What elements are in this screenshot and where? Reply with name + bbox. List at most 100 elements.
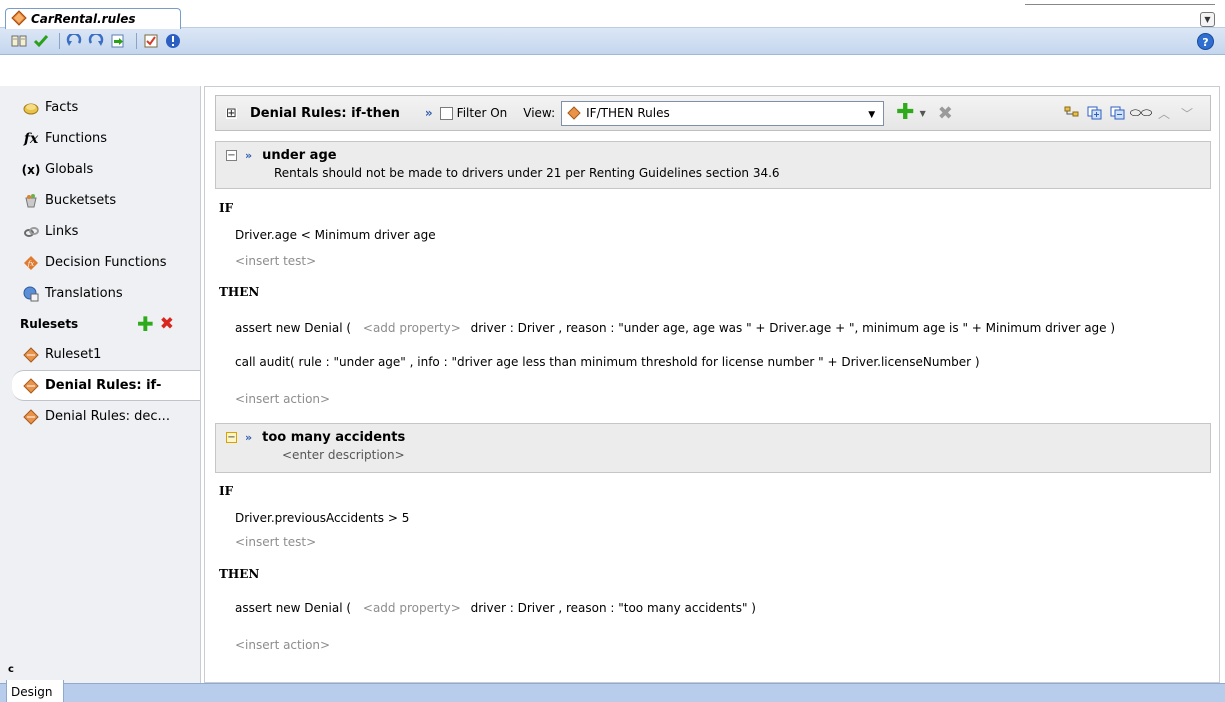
report-icon[interactable]	[142, 32, 160, 50]
add-property-link[interactable]: <add property>	[363, 601, 461, 615]
rulesets-header-label: Rulesets	[20, 317, 79, 331]
globals-icon: (x)	[21, 162, 41, 177]
action-assert-denial[interactable]: assert new Denial ( <add property> drive…	[235, 601, 756, 615]
ruleset-icon	[22, 377, 40, 395]
filter-on-checkbox[interactable]	[439, 106, 453, 120]
sidebar-item-globals[interactable]: (x) Globals	[0, 154, 200, 185]
sidebar-item-label: Facts	[45, 100, 79, 115]
insert-test-link[interactable]: <insert test>	[235, 254, 316, 268]
info-icon[interactable]	[164, 32, 182, 50]
undo-icon[interactable]	[65, 32, 83, 50]
tree-icon[interactable]	[1063, 105, 1081, 121]
sidebar-item-label: Links	[45, 224, 79, 239]
action-prefix: assert new Denial (	[235, 601, 352, 615]
test-condition[interactable]: Driver.previousAccidents > 5	[235, 511, 409, 525]
decision-functions-icon: fx	[22, 254, 40, 272]
insert-test-link[interactable]: <insert test>	[235, 535, 316, 549]
tab-list-dropdown-button[interactable]: ▼	[1200, 12, 1215, 27]
then-keyword: THEN	[219, 285, 260, 299]
add-rule-button[interactable]: ✚	[896, 102, 914, 124]
view-select-value: IF/THEN Rules	[586, 106, 670, 120]
chevron-double-down-icon[interactable]: »	[245, 431, 252, 444]
sidebar-item-denial-rules-decision-table[interactable]: Denial Rules: dec...	[0, 401, 200, 432]
help-button[interactable]: ?	[1197, 33, 1214, 50]
translations-icon	[22, 285, 40, 303]
ruleset-tools: ⬭⬭ ︿ ﹀	[1058, 105, 1196, 121]
ruleset-header-bar: ⊞ Denial Rules: if-then » Filter On View…	[215, 95, 1211, 131]
ruleset-icon	[22, 408, 40, 426]
ruleset-title: Denial Rules: if-then	[250, 105, 400, 121]
if-keyword: IF	[219, 201, 234, 215]
sidebar-item-decision-functions[interactable]: fx Decision Functions	[0, 247, 200, 278]
filter-on-label: Filter On	[456, 106, 508, 120]
chevron-double-down-icon[interactable]: »	[245, 149, 252, 162]
insert-action-link[interactable]: <insert action>	[235, 638, 330, 652]
editor-bottom-tabs: Design	[0, 680, 1225, 702]
sidebar-item-label: Translations	[45, 286, 123, 301]
sidebar-item-label: Denial Rules: dec...	[45, 409, 170, 424]
chevron-double-down-icon[interactable]: »	[425, 106, 433, 120]
validate-check-icon[interactable]	[32, 32, 50, 50]
expand-ruleset-toggle[interactable]: ⊞	[226, 107, 237, 120]
redo-icon[interactable]	[87, 32, 105, 50]
glasses-icon[interactable]: ⬭⬭	[1130, 105, 1152, 121]
rule-editor-panel: ⊞ Denial Rules: if-then » Filter On View…	[204, 86, 1220, 683]
sidebar-item-bucketsets[interactable]: Bucketsets	[0, 185, 200, 216]
rules-navigator-sidebar: Facts fx Functions (x) Globals Bucketset…	[0, 86, 201, 683]
bucketsets-icon	[22, 192, 40, 210]
rulesets-header: Rulesets ✚ ✖	[0, 309, 200, 339]
add-ruleset-button[interactable]: ✚	[137, 314, 154, 334]
delete-rule-button[interactable]: ✖	[938, 103, 953, 124]
sidebar-item-label: Denial Rules: if-	[45, 378, 162, 393]
chevron-down-icon: ▼	[868, 109, 876, 120]
book-icon[interactable]	[10, 32, 28, 50]
rule-description[interactable]: Rentals should not be made to drivers un…	[226, 166, 1210, 180]
sidebar-item-label: Bucketsets	[45, 193, 117, 208]
rules-file-icon	[11, 9, 27, 29]
functions-icon: fx	[23, 130, 39, 147]
add-property-link[interactable]: <add property>	[363, 321, 461, 335]
svg-text:fx: fx	[27, 260, 35, 268]
rule-description[interactable]: <enter description>	[226, 448, 1210, 462]
sidebar-item-functions[interactable]: fx Functions	[0, 123, 200, 154]
then-keyword: THEN	[219, 567, 260, 581]
import-icon[interactable]	[109, 32, 127, 50]
sidebar-item-links[interactable]: Links	[0, 216, 200, 247]
rule-name[interactable]: too many accidents	[262, 430, 405, 445]
sidebar-item-ruleset1[interactable]: Ruleset1	[0, 339, 200, 370]
collapse-all-icon[interactable]	[1109, 105, 1127, 121]
tab-design[interactable]: Design	[6, 680, 64, 702]
links-icon	[22, 223, 40, 241]
rule-name[interactable]: under age	[262, 148, 336, 163]
document-tab-strip: CarRental.rules ▼	[0, 0, 1225, 29]
collapse-sidebar-icon[interactable]: ⅽ	[8, 664, 14, 675]
action-arguments: driver : Driver , reason : "under age, a…	[470, 321, 1116, 335]
test-condition[interactable]: Driver.age < Minimum driver age	[235, 228, 436, 242]
delete-ruleset-button[interactable]: ✖	[160, 314, 174, 334]
expand-all-icon[interactable]	[1086, 105, 1104, 121]
chevron-up-icon[interactable]: ︿	[1155, 105, 1173, 121]
action-arguments: driver : Driver , reason : "too many acc…	[470, 601, 756, 615]
collapse-rule-toggle[interactable]: −	[226, 431, 237, 443]
rule-header-too-many-accidents: − » too many accidents <enter descriptio…	[215, 423, 1211, 473]
ruleset-icon	[22, 346, 40, 364]
decorative-rule	[1025, 4, 1215, 5]
collapse-rule-toggle[interactable]: −	[226, 149, 237, 161]
carrental-rules-tab[interactable]: CarRental.rules	[5, 8, 181, 29]
toolbar-separator	[59, 33, 60, 49]
sidebar-item-label: Decision Functions	[45, 255, 167, 270]
insert-action-link[interactable]: <insert action>	[235, 392, 330, 406]
rules-toolbar: ?	[0, 28, 1225, 55]
sidebar-item-translations[interactable]: Translations	[0, 278, 200, 309]
view-select[interactable]: IF/THEN Rules ▼	[561, 100, 885, 126]
rule-header-under-age: − » under age Rentals should not be made…	[215, 141, 1211, 189]
sidebar-item-denial-rules-if-then[interactable]: Denial Rules: if-	[12, 370, 200, 401]
action-call-audit[interactable]: call audit( rule : "under age" , info : …	[235, 355, 980, 369]
sidebar-item-label: Globals	[45, 162, 94, 177]
tab-label: CarRental.rules	[31, 12, 136, 26]
action-assert-denial[interactable]: assert new Denial ( <add property> drive…	[235, 321, 1115, 335]
chevron-down-icon[interactable]: ﹀	[1178, 105, 1196, 121]
facts-icon	[22, 99, 40, 117]
sidebar-item-facts[interactable]: Facts	[0, 92, 200, 123]
add-rule-dropdown-icon[interactable]: ▼	[920, 109, 926, 118]
